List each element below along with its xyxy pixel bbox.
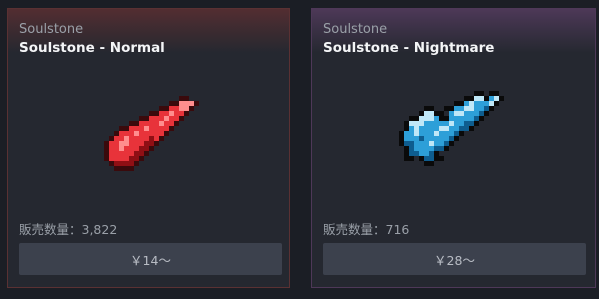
- sold-count: 販売数量：716: [323, 222, 410, 237]
- blue-crystal-icon: [398, 91, 504, 166]
- item-card-soulstone-nightmare[interactable]: Soulstone Soulstone - Nightmare 販売数量：716…: [311, 8, 596, 288]
- sold-count: 販売数量：3,822: [19, 222, 118, 237]
- price-button[interactable]: ￥14～: [19, 243, 282, 275]
- item-name[interactable]: Soulstone - Normal: [19, 40, 165, 56]
- price-button[interactable]: ￥28～: [323, 243, 586, 275]
- item-category: Soulstone: [19, 22, 84, 37]
- item-name[interactable]: Soulstone - Nightmare: [323, 40, 494, 56]
- item-category: Soulstone: [323, 22, 388, 37]
- red-crystal-icon: [103, 96, 199, 171]
- item-card-soulstone-normal[interactable]: Soulstone Soulstone - Normal 販売数量：3,822 …: [7, 8, 290, 288]
- market-listing-grid: Soulstone Soulstone - Normal 販売数量：3,822 …: [0, 0, 599, 299]
